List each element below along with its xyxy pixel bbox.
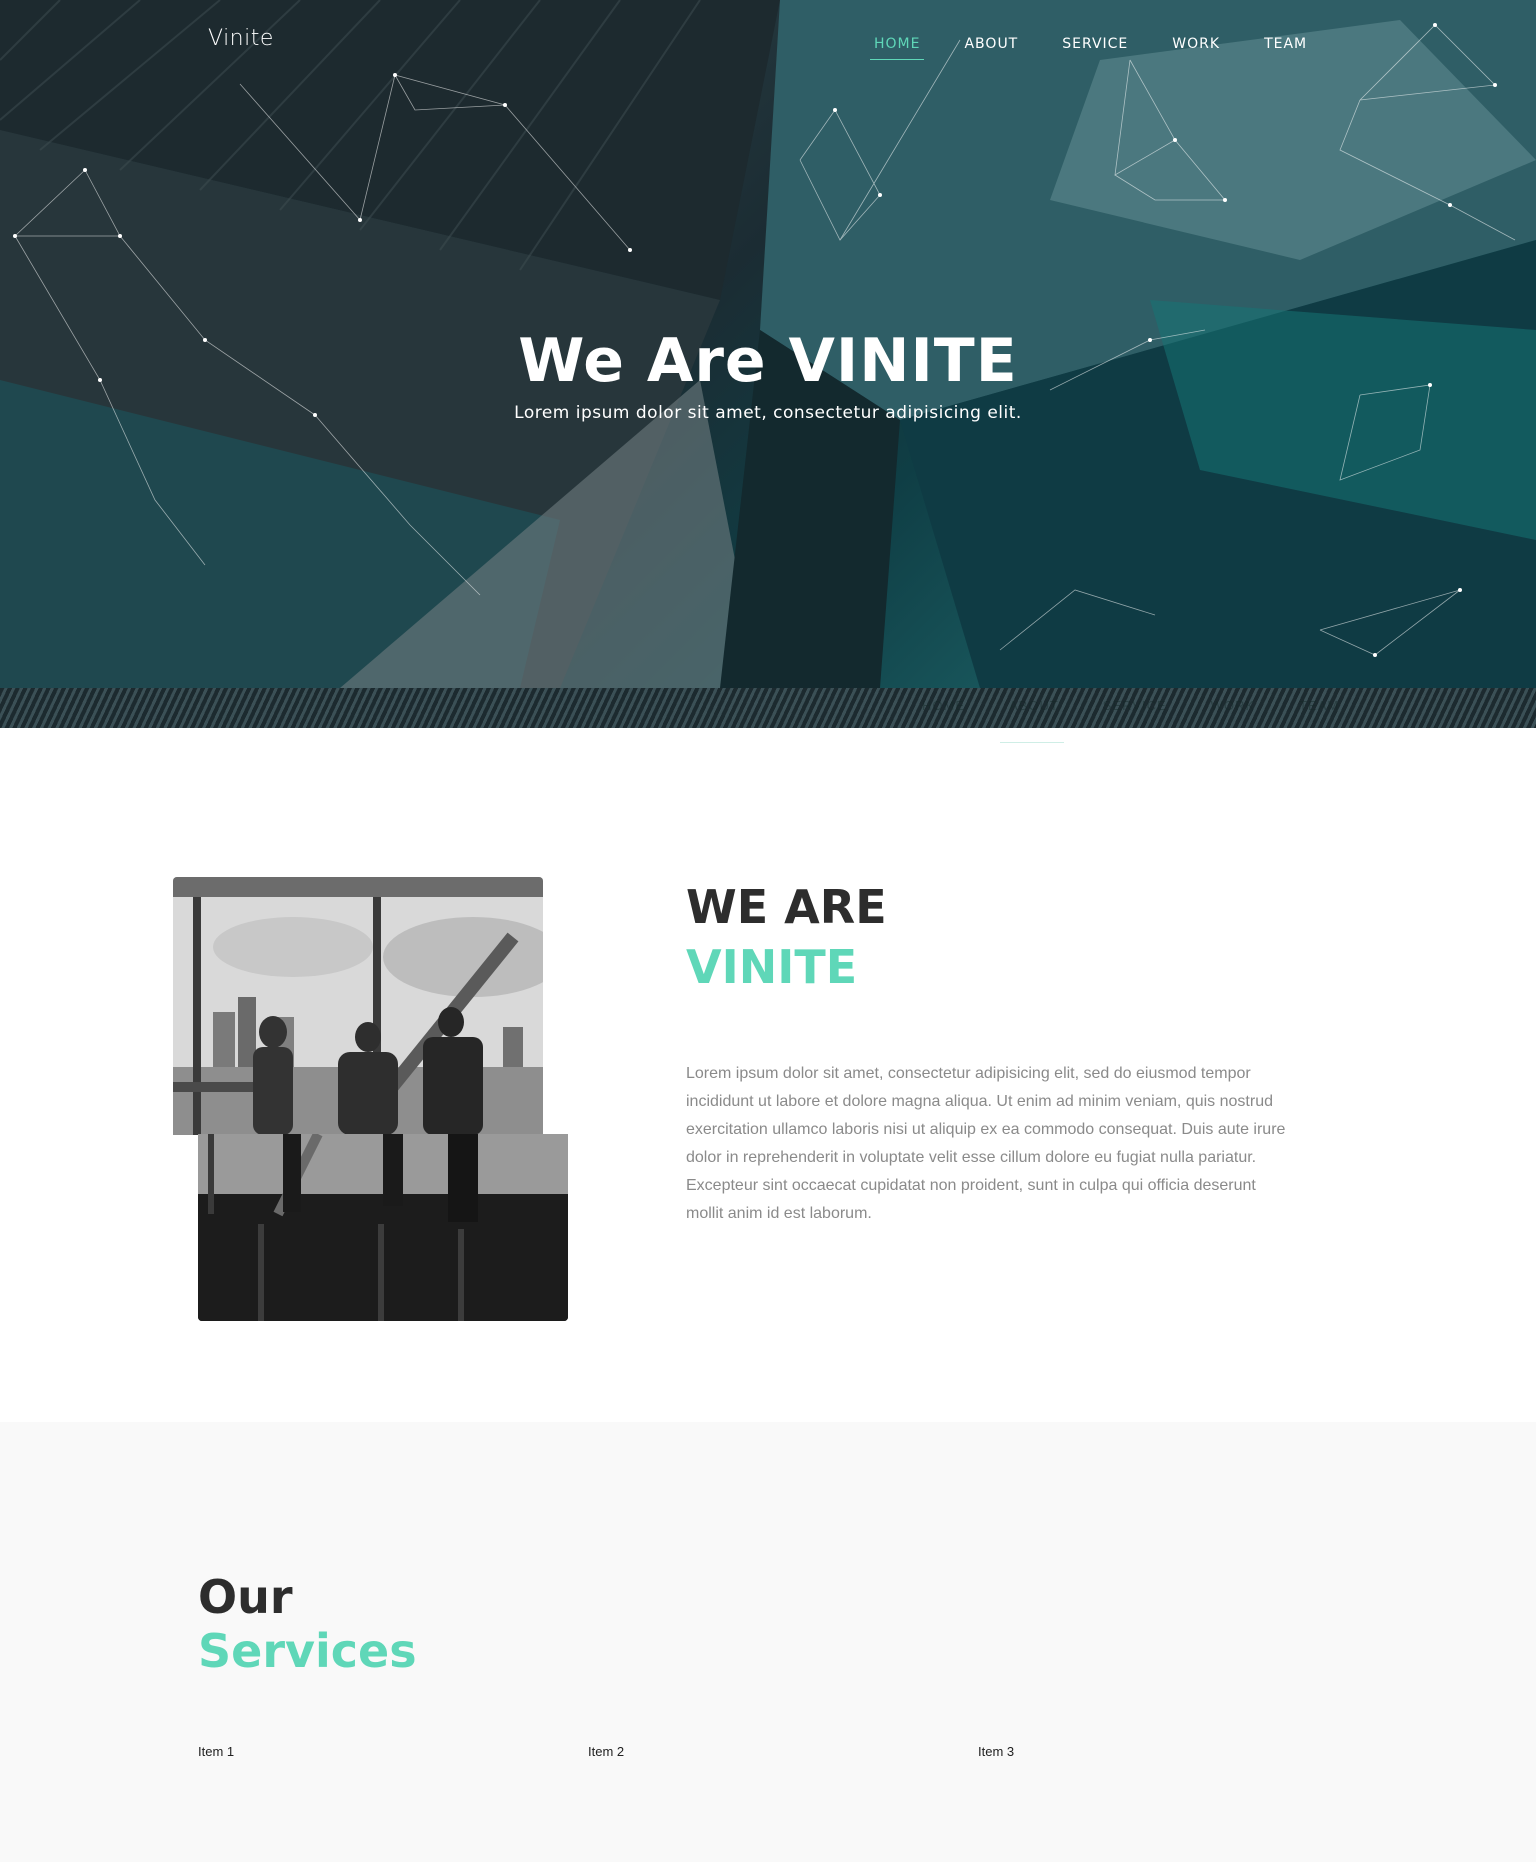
hero-subtitle: Lorem ipsum dolor sit amet, consectetur … bbox=[514, 403, 1022, 423]
nav-about[interactable]: ABOUT bbox=[964, 36, 1018, 60]
about-body: Lorem ipsum dolor sit amet, consectetur … bbox=[686, 1065, 1286, 1222]
ghost-nav-work: WORK bbox=[1210, 698, 1256, 713]
nav-team[interactable]: TEAM bbox=[1264, 36, 1307, 60]
main-nav: HOME ABOUT SERVICE WORK TEAM bbox=[869, 36, 1351, 60]
hero-title: We Are VINITE bbox=[518, 326, 1018, 396]
ghost-nav-team: TEAM bbox=[1299, 698, 1340, 713]
service-item-3: Item 3 bbox=[978, 1744, 1015, 1759]
site-logo[interactable]: Vinite bbox=[208, 26, 274, 51]
ghost-nav: HOME ABOUT SERVICE WORK TEAM bbox=[922, 698, 1339, 713]
about-heading-accent: VINITE bbox=[686, 940, 858, 994]
hero-section: Vinite HOME ABOUT SERVICE WORK TEAM We A… bbox=[0, 0, 1536, 688]
about-photo-bottom bbox=[198, 1134, 568, 1321]
service-item-1: Item 1 bbox=[198, 1744, 235, 1759]
about-photo-top bbox=[173, 877, 543, 1135]
services-heading-accent: Services bbox=[198, 1624, 417, 1678]
services-section: Our Services Item 1 Item 2 Item 3 bbox=[0, 1422, 1536, 1862]
about-heading: WE ARE bbox=[686, 880, 887, 934]
nav-work[interactable]: WORK bbox=[1172, 36, 1220, 60]
services-heading: Our bbox=[198, 1570, 293, 1624]
ghost-nav-service: SERVICE bbox=[1102, 698, 1167, 713]
ghost-nav-underline bbox=[1000, 742, 1064, 743]
ghost-nav-about: ABOUT bbox=[1009, 698, 1059, 713]
hero-bottom-strip: HOME ABOUT SERVICE WORK TEAM bbox=[0, 688, 1536, 728]
ghost-nav-home: HOME bbox=[922, 698, 965, 713]
nav-service[interactable]: SERVICE bbox=[1062, 36, 1128, 60]
service-item-2: Item 2 bbox=[588, 1744, 625, 1759]
nav-home[interactable]: HOME bbox=[869, 36, 926, 60]
